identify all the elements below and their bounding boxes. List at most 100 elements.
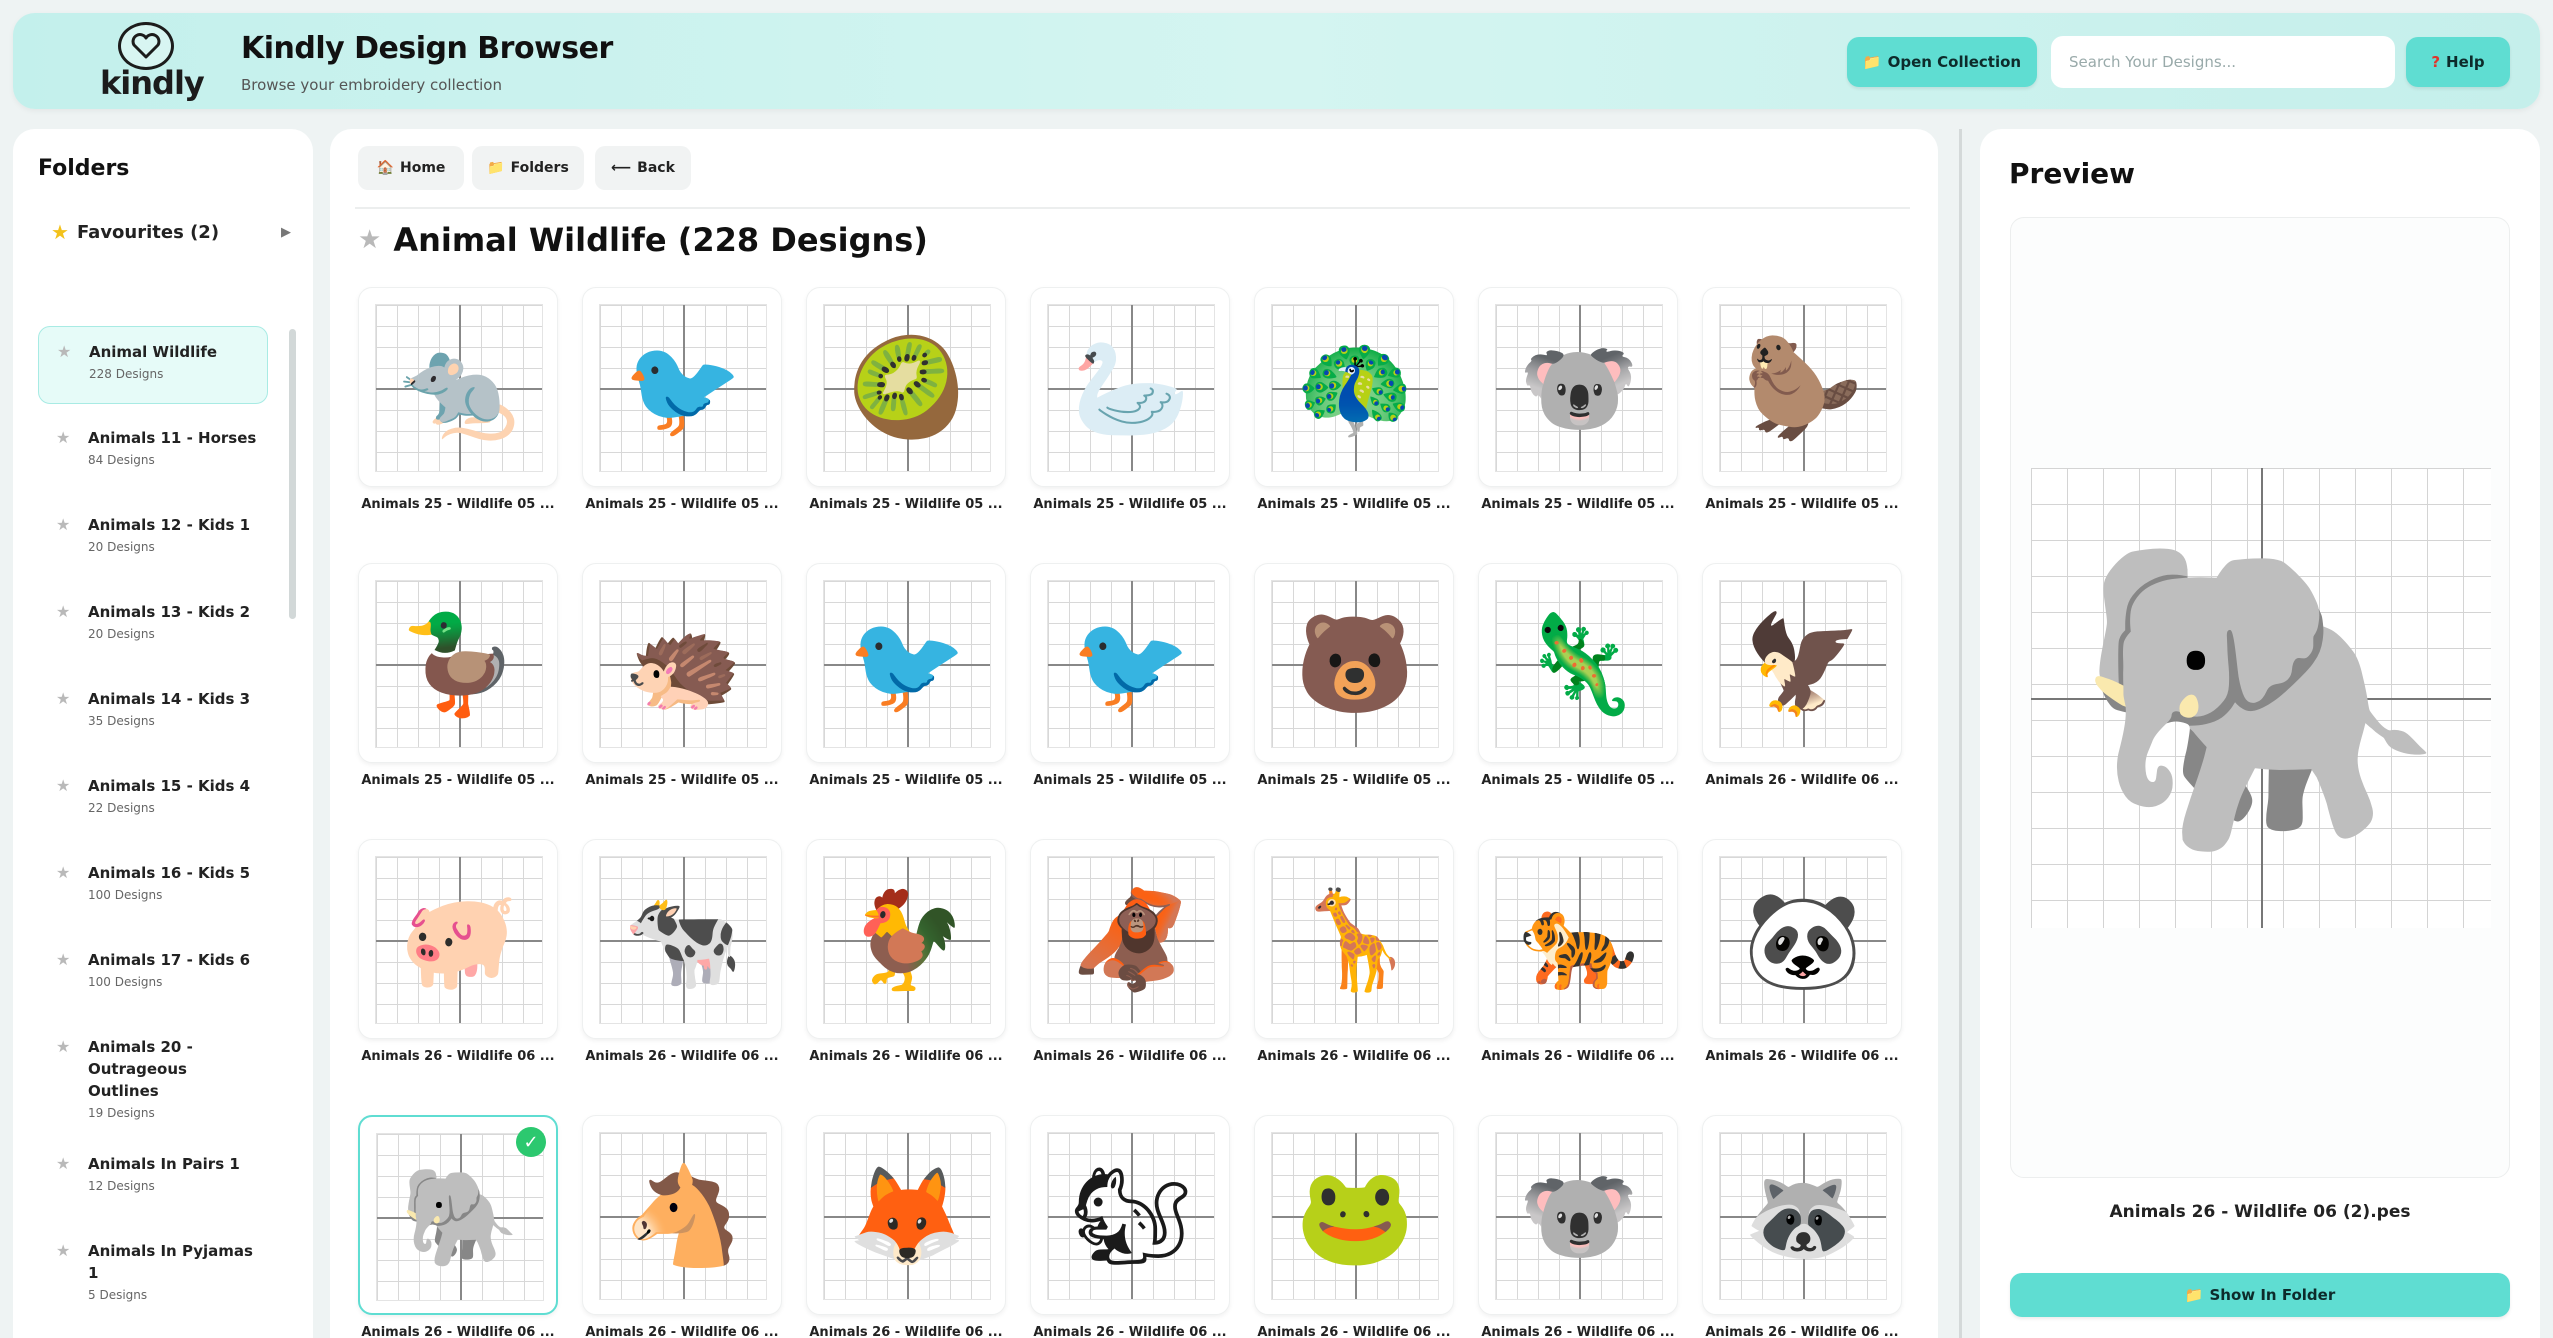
design-card[interactable]: 🐦 xyxy=(582,287,782,487)
design-card[interactable]: 🦧 xyxy=(1030,839,1230,1039)
design-thumbnail: 🐦 xyxy=(599,304,767,472)
star-icon[interactable]: ★ xyxy=(56,863,70,882)
design-card[interactable]: 🐼 xyxy=(1702,839,1902,1039)
design-caption: Animals 25 - Wildlife 05 ... xyxy=(1481,773,1675,788)
folder-item[interactable]: ★ Animals In Pyjamas 1 5 Designs xyxy=(38,1226,268,1312)
folder-item[interactable]: ★ Animal Wildlife 228 Designs xyxy=(38,326,268,404)
design-card[interactable]: 🦎 xyxy=(1478,563,1678,763)
star-icon[interactable]: ★ xyxy=(56,602,70,621)
design-cell: 🐦 Animals 25 - Wildlife 05 ... xyxy=(582,287,782,512)
lyrebird-icon: 🦚 xyxy=(1295,332,1415,444)
design-card[interactable]: 🦆 xyxy=(358,563,558,763)
design-caption: Animals 25 - Wildlife 05 ... xyxy=(585,773,779,788)
design-card[interactable]: 🦒 xyxy=(1254,839,1454,1039)
design-cell: 🐦 Animals 25 - Wildlife 05 ... xyxy=(1030,563,1230,788)
star-icon[interactable]: ★ xyxy=(56,776,70,795)
tasmanian-devil-icon: 🐻 xyxy=(1295,608,1415,720)
frog-icon: 🐸 xyxy=(1295,1160,1415,1272)
design-cell: 🐓 Animals 26 - Wildlife 06 ... xyxy=(806,839,1006,1064)
koala-icon: 🐨 xyxy=(1519,332,1639,444)
folder-item[interactable]: ★ Animals 20 - Outrageous Outlines 19 Desi… xyxy=(38,1022,268,1130)
star-icon[interactable]: ★ xyxy=(56,428,70,447)
logo-wordmark: kindly xyxy=(100,64,205,102)
black-swan-icon: 🦢 xyxy=(1071,332,1191,444)
design-card[interactable]: 🦔 xyxy=(582,563,782,763)
favourite-star-icon[interactable]: ★ xyxy=(358,225,381,255)
design-caption: Animals 25 - Wildlife 05 ... xyxy=(1033,773,1227,788)
design-card[interactable]: 🐴 xyxy=(582,1115,782,1315)
design-card[interactable]: 🐿 xyxy=(1030,1115,1230,1315)
design-card[interactable]: 🐘 ✓ xyxy=(358,1115,558,1315)
folder-item[interactable]: ★ Animals 17 - Kids 6 100 Designs xyxy=(38,935,268,1013)
folder-item[interactable]: ★ Animals 13 - Kids 2 20 Designs xyxy=(38,587,268,665)
design-thumbnail: 🐄 xyxy=(599,856,767,1024)
design-card[interactable]: 🐨 xyxy=(1478,287,1678,487)
bilby-icon: 🐀 xyxy=(399,332,519,444)
question-icon: ? xyxy=(2431,53,2441,71)
design-card[interactable]: 🦊 xyxy=(806,1115,1006,1315)
design-card[interactable]: 🐨 xyxy=(1478,1115,1678,1315)
folder-item[interactable]: ★ Animals 12 - Kids 1 20 Designs xyxy=(38,500,268,578)
folder-item[interactable]: ★ Animals 16 - Kids 5 100 Designs xyxy=(38,848,268,926)
star-icon[interactable]: ★ xyxy=(56,515,70,534)
design-card[interactable]: 🦫 xyxy=(1702,287,1902,487)
star-icon[interactable]: ★ xyxy=(56,1241,70,1260)
panel-divider[interactable] xyxy=(1959,129,1962,1338)
home-label: Home xyxy=(400,160,446,176)
design-cell: 🐼 Animals 26 - Wildlife 06 ... xyxy=(1702,839,1902,1064)
design-caption: Animals 26 - Wildlife 06 ... xyxy=(1257,1049,1451,1064)
favourites-toggle[interactable]: ★ Favourites (2) ▶ xyxy=(51,217,291,247)
design-card[interactable]: 🦚 xyxy=(1254,287,1454,487)
folder-name: Animals 12 - Kids 1 xyxy=(88,516,251,534)
folders-button[interactable]: 📁 Folders xyxy=(472,146,584,190)
show-in-folder-button[interactable]: 📁 Show In Folder xyxy=(2010,1273,2510,1317)
design-thumbnail: 🦔 xyxy=(599,580,767,748)
design-cell: 🦢 Animals 25 - Wildlife 05 ... xyxy=(1030,287,1230,512)
folder-count: 35 Designs xyxy=(88,714,155,728)
design-card[interactable]: 🐀 xyxy=(358,287,558,487)
star-icon[interactable]: ★ xyxy=(56,1154,70,1173)
folder-item[interactable]: ★ Animals 11 - Horses 84 Designs xyxy=(38,413,268,491)
design-thumbnail: 🦊 xyxy=(823,1132,991,1300)
design-card[interactable]: 🐸 xyxy=(1254,1115,1454,1315)
design-caption: Animals 26 - Wildlife 06 ... xyxy=(809,1325,1003,1338)
design-card[interactable]: 🐻 xyxy=(1254,563,1454,763)
kindly-logo: kindly xyxy=(88,22,205,104)
design-card[interactable]: 🐦 xyxy=(806,563,1006,763)
design-cell: 🦝 Animals 26 - Wildlife 06 ... xyxy=(1702,1115,1902,1338)
open-collection-button[interactable]: 📁 Open Collection xyxy=(1847,37,2037,87)
design-card[interactable]: 🐖 xyxy=(358,839,558,1039)
design-card[interactable]: 🥝 xyxy=(806,287,1006,487)
folder-item[interactable]: ★ Animals 15 - Kids 4 22 Designs xyxy=(38,761,268,839)
design-card[interactable]: 🐦 xyxy=(1030,563,1230,763)
home-button[interactable]: 🏠 Home xyxy=(358,146,464,190)
folder-count: 20 Designs xyxy=(88,627,155,641)
star-icon[interactable]: ★ xyxy=(56,950,70,969)
folder-count: 100 Designs xyxy=(88,888,163,902)
design-thumbnail: 🐦 xyxy=(823,580,991,748)
design-cell: 🐘 ✓ Animals 26 - Wildlife 06 ... xyxy=(358,1115,558,1338)
design-thumbnail: 🦧 xyxy=(1047,856,1215,1024)
design-card[interactable]: 🐄 xyxy=(582,839,782,1039)
design-card[interactable]: 🦝 xyxy=(1702,1115,1902,1315)
design-cell: 🐨 Animals 26 - Wildlife 06 ... xyxy=(1478,1115,1678,1338)
star-icon[interactable]: ★ xyxy=(57,342,71,361)
design-card[interactable]: 🐅 xyxy=(1478,839,1678,1039)
folder-item[interactable]: ★ Animals In Pairs 1 12 Designs xyxy=(38,1139,268,1217)
design-thumbnail: 🐻 xyxy=(1271,580,1439,748)
design-card[interactable]: 🦢 xyxy=(1030,287,1230,487)
design-thumbnail: 🐿 xyxy=(1047,1132,1215,1300)
design-cell: 🐅 Animals 26 - Wildlife 06 ... xyxy=(1478,839,1678,1064)
design-cell: 🐀 Animals 25 - Wildlife 05 ... xyxy=(358,287,558,512)
design-card[interactable]: 🦅 xyxy=(1702,563,1902,763)
app-title: Kindly Design Browser xyxy=(241,31,613,66)
design-card[interactable]: 🐓 xyxy=(806,839,1006,1039)
star-icon[interactable]: ★ xyxy=(56,1037,70,1056)
back-button[interactable]: ⟵ Back xyxy=(595,146,691,190)
search-input[interactable] xyxy=(2051,36,2395,88)
folder-item[interactable]: ★ Animals 14 - Kids 3 35 Designs xyxy=(38,674,268,752)
folder-scrollbar[interactable] xyxy=(289,329,296,619)
design-cell: 🐄 Animals 26 - Wildlife 06 ... xyxy=(582,839,782,1064)
help-button[interactable]: ? Help xyxy=(2406,37,2510,87)
star-icon[interactable]: ★ xyxy=(56,689,70,708)
